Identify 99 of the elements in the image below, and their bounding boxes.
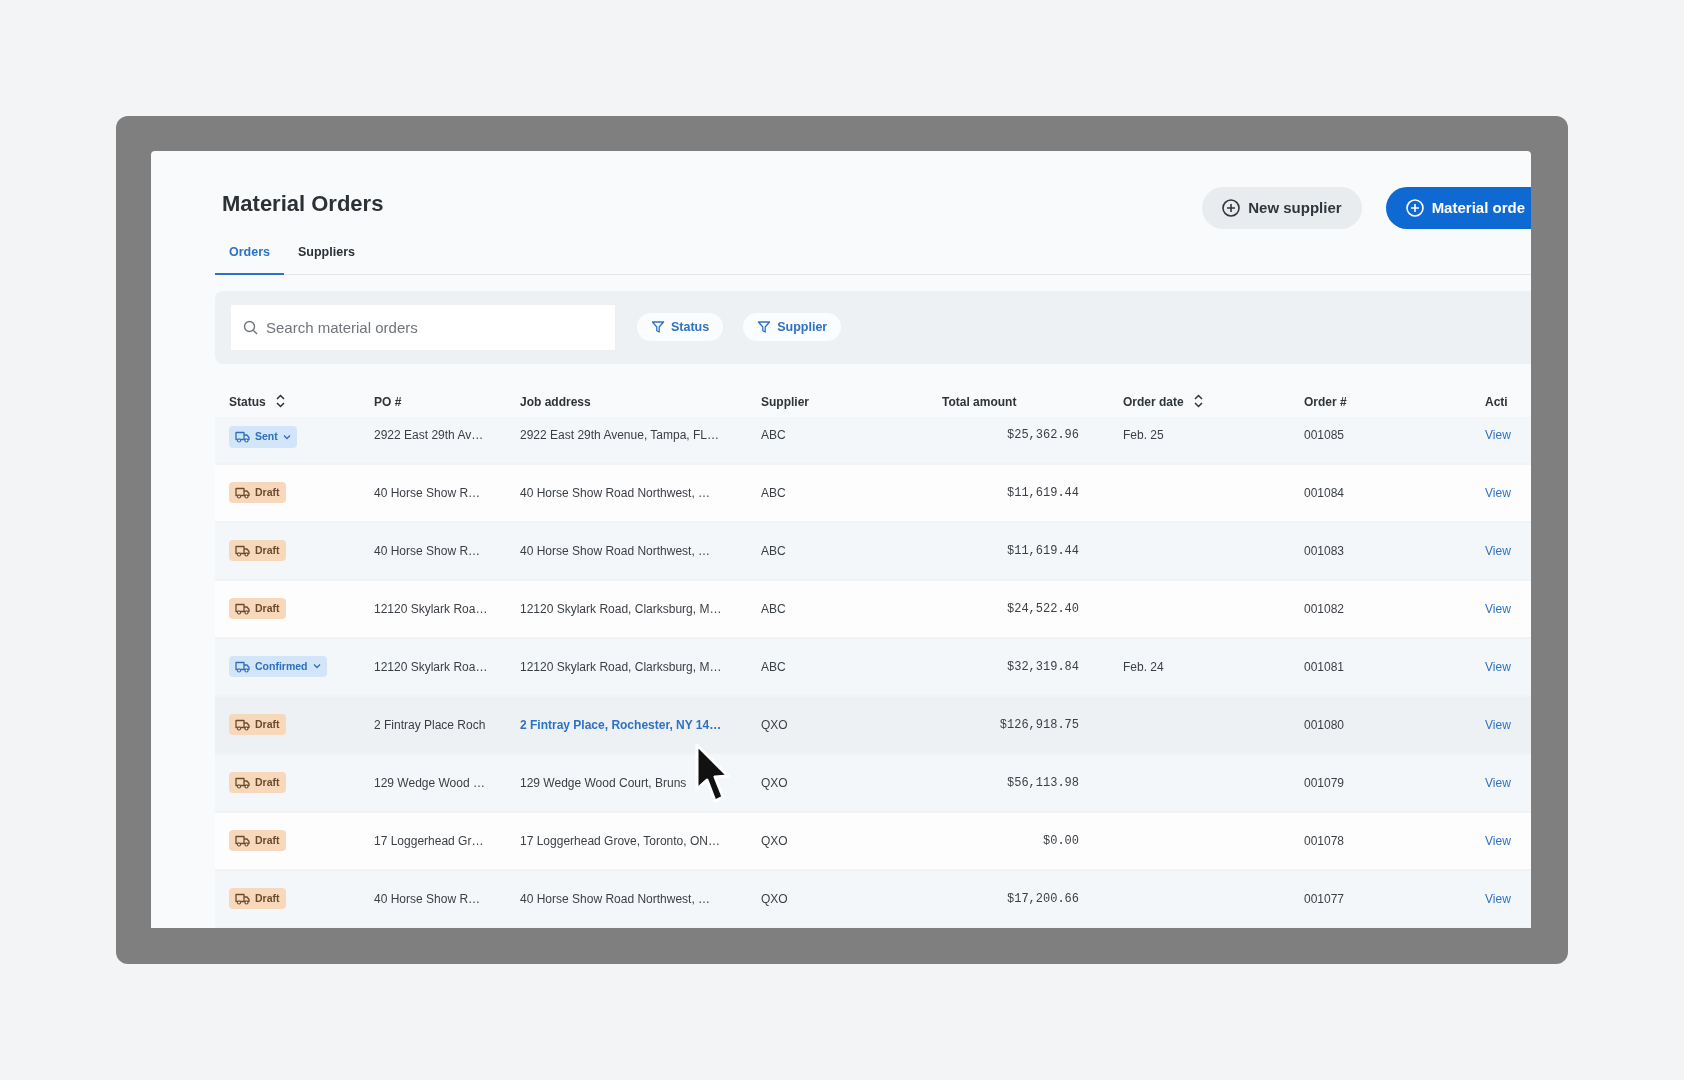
status-badge[interactable]: Confirmed — [229, 655, 327, 678]
status-badge: Draft — [229, 829, 286, 852]
po-number: 12120 Skylark Roa… — [374, 659, 488, 674]
column-header: Supplier — [761, 394, 809, 409]
po-number: 40 Horse Show R… — [374, 485, 481, 500]
po-number: 12120 Skylark Roa… — [374, 601, 488, 616]
sort-icon — [1192, 393, 1204, 408]
order-number: 001077 — [1304, 891, 1345, 906]
filter-button[interactable]: Supplier — [743, 313, 842, 342]
truck-icon — [235, 485, 250, 499]
sort-icon — [274, 393, 286, 408]
view-link[interactable]: View — [1485, 891, 1511, 906]
supplier-name: ABC — [761, 543, 786, 558]
po-number: 17 Loggerhead Gr… — [374, 833, 484, 848]
order-number: 001085 — [1304, 427, 1345, 442]
order-number: 001079 — [1304, 775, 1345, 790]
plus-circle-icon — [1222, 199, 1241, 217]
truck-icon — [235, 659, 250, 673]
supplier-name: ABC — [761, 659, 786, 674]
view-link[interactable]: View — [1485, 775, 1511, 790]
po-number: 40 Horse Show R… — [374, 543, 481, 558]
view-link[interactable]: View — [1485, 717, 1511, 732]
order-date: Feb. 24 — [1123, 659, 1164, 674]
view-link[interactable]: View — [1485, 485, 1511, 500]
order-number: 001080 — [1304, 717, 1345, 732]
supplier-name: QXO — [761, 833, 788, 848]
status-badge[interactable]: Sent — [229, 425, 297, 448]
truck-icon — [235, 430, 250, 444]
job-address: 2922 East 29th Avenue, Tampa, FL… — [520, 427, 720, 442]
truck-icon — [235, 543, 250, 557]
total-amount: $17,200.66 — [1007, 891, 1079, 906]
job-address: 40 Horse Show Road Northwest, … — [520, 543, 711, 558]
filter-icon — [757, 320, 772, 335]
status-badge: Draft — [229, 539, 286, 562]
truck-icon — [235, 601, 250, 615]
supplier-name: ABC — [761, 601, 786, 616]
supplier-name: QXO — [761, 717, 788, 732]
total-amount: $11,619.44 — [1007, 485, 1079, 500]
order-date: Feb. 25 — [1123, 427, 1164, 442]
po-number: 2922 East 29th Av… — [374, 427, 484, 442]
search-icon — [243, 319, 258, 335]
po-number: 40 Horse Show R… — [374, 891, 481, 906]
total-amount: $24,522.40 — [1007, 601, 1079, 616]
total-amount: $25,362.96 — [1007, 427, 1079, 442]
total-amount: $126,918.75 — [999, 717, 1079, 732]
column-header: Total amount — [942, 394, 1017, 409]
truck-icon — [235, 833, 250, 847]
po-number: 2 Fintray Place Roch — [374, 717, 486, 732]
supplier-name: QXO — [761, 775, 788, 790]
order-number: 001082 — [1304, 601, 1345, 616]
supplier-name: ABC — [761, 427, 786, 442]
column-header: Job address — [520, 394, 591, 409]
order-number: 001083 — [1304, 543, 1345, 558]
truck-icon — [235, 891, 250, 905]
total-amount: $0.00 — [1043, 833, 1079, 848]
search-field[interactable]: Search material orders — [231, 304, 615, 350]
job-address: 12120 Skylark Road, Clarksburg, M… — [520, 601, 722, 616]
status-badge: Draft — [229, 713, 286, 736]
column-header: Acti — [1485, 394, 1508, 409]
tab[interactable]: Suppliers — [284, 235, 369, 275]
page-title: Material Orders — [222, 191, 384, 218]
filter-button[interactable]: Status — [637, 313, 724, 342]
truck-icon — [235, 717, 250, 731]
status-badge: Draft — [229, 887, 286, 910]
view-link[interactable]: View — [1485, 659, 1511, 674]
new-order-button[interactable]: Material orde — [1385, 187, 1531, 229]
supplier-name: QXO — [761, 891, 788, 906]
order-number: 001081 — [1304, 659, 1345, 674]
filter-icon — [651, 320, 665, 335]
total-amount: $11,619.44 — [1007, 543, 1079, 558]
plus-circle-icon — [1405, 199, 1424, 217]
tab[interactable]: Orders — [215, 235, 284, 275]
column-header: Order # — [1304, 394, 1347, 409]
status-badge: Draft — [229, 771, 286, 794]
view-link[interactable]: View — [1485, 601, 1511, 616]
column-header: PO # — [374, 394, 402, 409]
caret-icon — [282, 433, 291, 440]
view-link[interactable]: View — [1485, 833, 1511, 848]
supplier-name: ABC — [761, 485, 786, 500]
new-supplier-button[interactable]: New supplier — [1202, 187, 1362, 229]
job-address: 17 Loggerhead Grove, Toronto, ON… — [520, 833, 720, 848]
caret-icon — [312, 663, 321, 670]
job-address: 12120 Skylark Road, Clarksburg, M… — [520, 659, 722, 674]
view-link[interactable]: View — [1485, 427, 1511, 442]
order-number: 001084 — [1304, 485, 1345, 500]
order-number: 001078 — [1304, 833, 1345, 848]
job-address: 40 Horse Show Road Northwest, … — [520, 891, 711, 906]
job-address: 129 Wedge Wood Court, Bruns — [520, 775, 687, 790]
column-header[interactable]: Order date — [1123, 394, 1184, 409]
truck-icon — [235, 775, 250, 789]
total-amount: $56,113.98 — [1007, 775, 1079, 790]
view-link[interactable]: View — [1485, 543, 1511, 558]
total-amount: $32,319.84 — [1007, 659, 1079, 674]
job-address: 40 Horse Show Road Northwest, … — [520, 485, 711, 500]
status-badge: Draft — [229, 481, 286, 504]
status-badge: Draft — [229, 597, 286, 620]
po-number: 129 Wedge Wood … — [374, 775, 485, 790]
column-header[interactable]: Status — [229, 394, 266, 409]
job-address-link[interactable]: 2 Fintray Place, Rochester, NY 14… — [520, 717, 722, 732]
